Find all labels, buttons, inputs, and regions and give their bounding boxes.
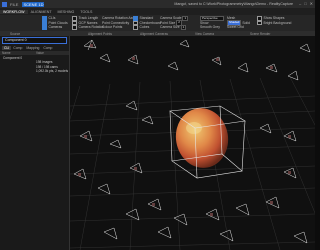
maximize-icon[interactable]: □: [304, 1, 306, 6]
component-tree: Component 0 198 images 198 / 198 cams 1,…: [0, 55, 69, 74]
title-menu: FILE SCENE 1D: [9, 1, 45, 7]
window-controls: – □ ✕: [299, 1, 313, 6]
left-panel-tabs: CLI Comp Mapping Comp: [2, 45, 67, 50]
tab-mapping[interactable]: Mapping: [24, 46, 41, 50]
show-label: Show: [200, 20, 209, 25]
checkbox-icon[interactable]: [133, 25, 138, 30]
tab-cli[interactable]: CLI: [2, 45, 12, 50]
window-title: Mango!, saved to C:\Work\Photogrammetry\…: [174, 2, 293, 6]
checkbox-icon[interactable]: [72, 25, 77, 30]
menu-scene[interactable]: SCENE 1D: [22, 1, 45, 7]
ribbon-group-grid: Standard Checkerboard Cubes: [133, 16, 161, 30]
tab-comp[interactable]: Comp: [11, 46, 24, 50]
option-colour-points[interactable]: Colour Points: [102, 25, 136, 30]
camera-size-field[interactable]: 1: [180, 24, 187, 30]
scene-canvas[interactable]: [70, 36, 315, 250]
ribbon-group-view: Perspective Show Smooth Grey: [200, 15, 224, 30]
solid-button[interactable]: Solid: [242, 21, 250, 25]
ribbon-group-misc: Show Shapes Bright Background: [257, 16, 291, 25]
ribbon-group-mesh: Mesh Shaded Solid Sweet Grid: [227, 16, 250, 30]
ribbon-group-display: CLIs Point Clouds Cameras: [42, 16, 68, 30]
tab-tools[interactable]: TOOLS: [77, 10, 95, 14]
camera-scale-field[interactable]: 1: [182, 15, 189, 21]
ribbon-group-extra: Camera Rotation Axes Point Connectivity …: [102, 16, 136, 30]
option-camera-rotation[interactable]: Camera Rotation: [72, 25, 104, 30]
ribbon-group-tracks: Track Length GCP Names Camera Rotation: [72, 16, 104, 30]
shading-label: Smooth Grey: [200, 25, 220, 30]
3d-viewport[interactable]: [70, 36, 315, 250]
tab-meshing[interactable]: MESHING: [55, 10, 78, 14]
menu-file[interactable]: FILE: [9, 2, 19, 7]
view-camera-header: View Camera: [195, 31, 215, 36]
title-bar: FILE SCENE 1D Mango!, saved to C:\Work\P…: [0, 0, 315, 8]
alignment-cameras-header: Alignment Cameras: [140, 31, 168, 36]
tab-workflow[interactable]: WORKFLOW: [0, 9, 28, 14]
tab-comp-2[interactable]: Comp: [41, 46, 54, 50]
tree-row[interactable]: 1,092.0k pts, 2 models: [0, 69, 69, 73]
checkbox-icon[interactable]: [42, 25, 47, 30]
checkbox-icon[interactable]: [257, 20, 262, 25]
ribbon-group-sizes: Camera Scale 1 Point Size 2 Camera Size 1: [160, 15, 189, 30]
tab-alignment[interactable]: ALIGNMENT: [28, 10, 55, 14]
sweet-grid-button[interactable]: Sweet Grid: [227, 25, 244, 29]
ribbon: CLIs Point Clouds Cameras Track Length G…: [0, 15, 315, 32]
minimize-icon[interactable]: –: [299, 1, 301, 6]
option-bright-background[interactable]: Bright Background: [257, 20, 291, 25]
option-cubes[interactable]: Cubes: [133, 25, 161, 30]
close-icon[interactable]: ✕: [310, 1, 313, 6]
option-cameras[interactable]: Cameras: [42, 25, 68, 30]
mango-model: [175, 108, 229, 168]
app-icon[interactable]: [2, 1, 7, 7]
component-search-input[interactable]: Component 0: [2, 37, 67, 44]
source-header: Source: [10, 31, 21, 36]
alignment-points-header: Alignment Points: [88, 31, 112, 36]
left-panel: Component 0 CLI Comp Mapping Comp Name V…: [0, 36, 70, 250]
scene-render-header: Scene Render: [250, 31, 271, 36]
